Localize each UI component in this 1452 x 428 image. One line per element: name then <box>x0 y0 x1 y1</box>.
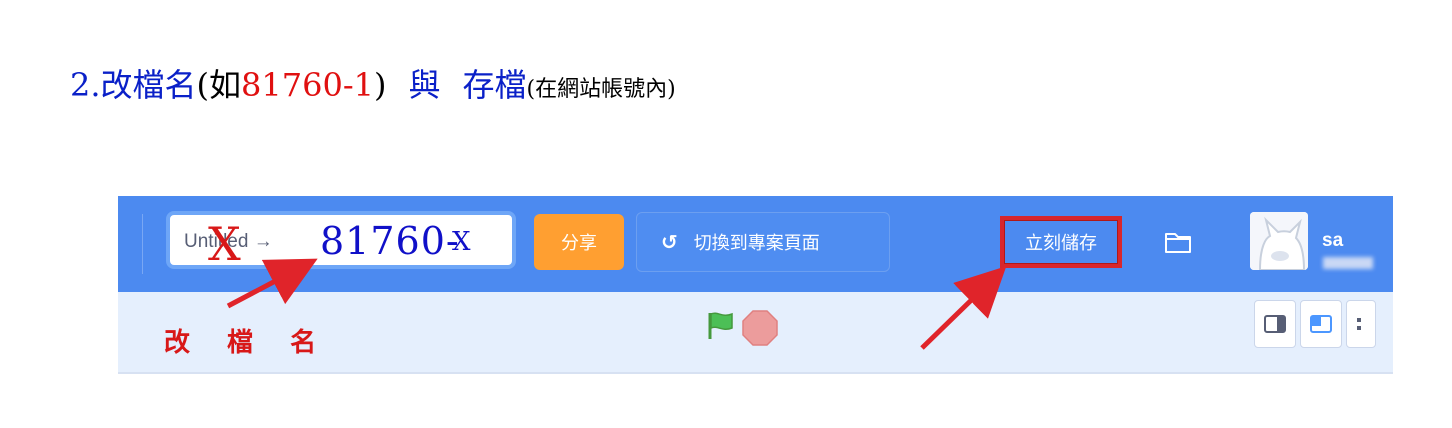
normal-stage-icon <box>1310 315 1332 333</box>
editor-screenshot: Untitled → X 81760- X 分享 ↺ 切換到專案頁面 立刻儲存 … <box>118 196 1393 374</box>
avatar[interactable] <box>1250 212 1308 270</box>
rename-annotation: 改 檔 名 <box>164 328 331 358</box>
title-suffix: X <box>452 227 471 257</box>
cat-avatar-icon <box>1250 212 1308 270</box>
share-button[interactable]: 分享 <box>534 214 624 270</box>
instruction-heading: 2. 改檔名 (如 81760-1 ) 與 存檔 (在網站帳號內) <box>70 60 676 110</box>
example-filename: 81760-1 <box>241 66 375 104</box>
folder-icon[interactable] <box>1164 230 1192 254</box>
paren-close: ) <box>374 66 387 104</box>
green-flag-icon[interactable] <box>706 310 736 342</box>
save-now-button[interactable]: 立刻儲存 <box>1000 216 1122 268</box>
stage-header: 改 檔 名 <box>118 292 1393 374</box>
save-text: 存檔 <box>462 66 527 104</box>
small-stage-button[interactable] <box>1254 300 1296 348</box>
switch-icon: ↺ <box>661 230 678 254</box>
full-screen-button[interactable] <box>1346 300 1376 348</box>
project-title-input[interactable]: Untitled → X 81760- X <box>166 211 516 269</box>
small-stage-icon <box>1264 315 1286 333</box>
normal-stage-button[interactable] <box>1300 300 1342 348</box>
switch-label: 切換到專案頁面 <box>693 233 820 254</box>
and-text: 與 <box>408 66 441 104</box>
full-screen-icon <box>1357 318 1361 330</box>
cross-mark: X <box>208 217 241 269</box>
menu-separator <box>142 214 143 274</box>
username-text: sa <box>1322 230 1344 251</box>
see-project-page-button[interactable]: ↺ 切換到專案頁面 <box>636 212 890 272</box>
menu-bar: Untitled → X 81760- X 分享 ↺ 切換到專案頁面 立刻儲存 … <box>118 196 1393 292</box>
username-blurred <box>1323 256 1373 269</box>
step-number: 2. <box>70 66 101 104</box>
stop-icon[interactable] <box>740 308 780 348</box>
paren-open: (如 <box>196 66 242 104</box>
username[interactable]: sa <box>1322 230 1393 274</box>
new-title: 81760- <box>320 219 460 263</box>
rename-text: 改檔名 <box>100 66 197 104</box>
note-text: (在網站帳號內) <box>526 77 676 102</box>
